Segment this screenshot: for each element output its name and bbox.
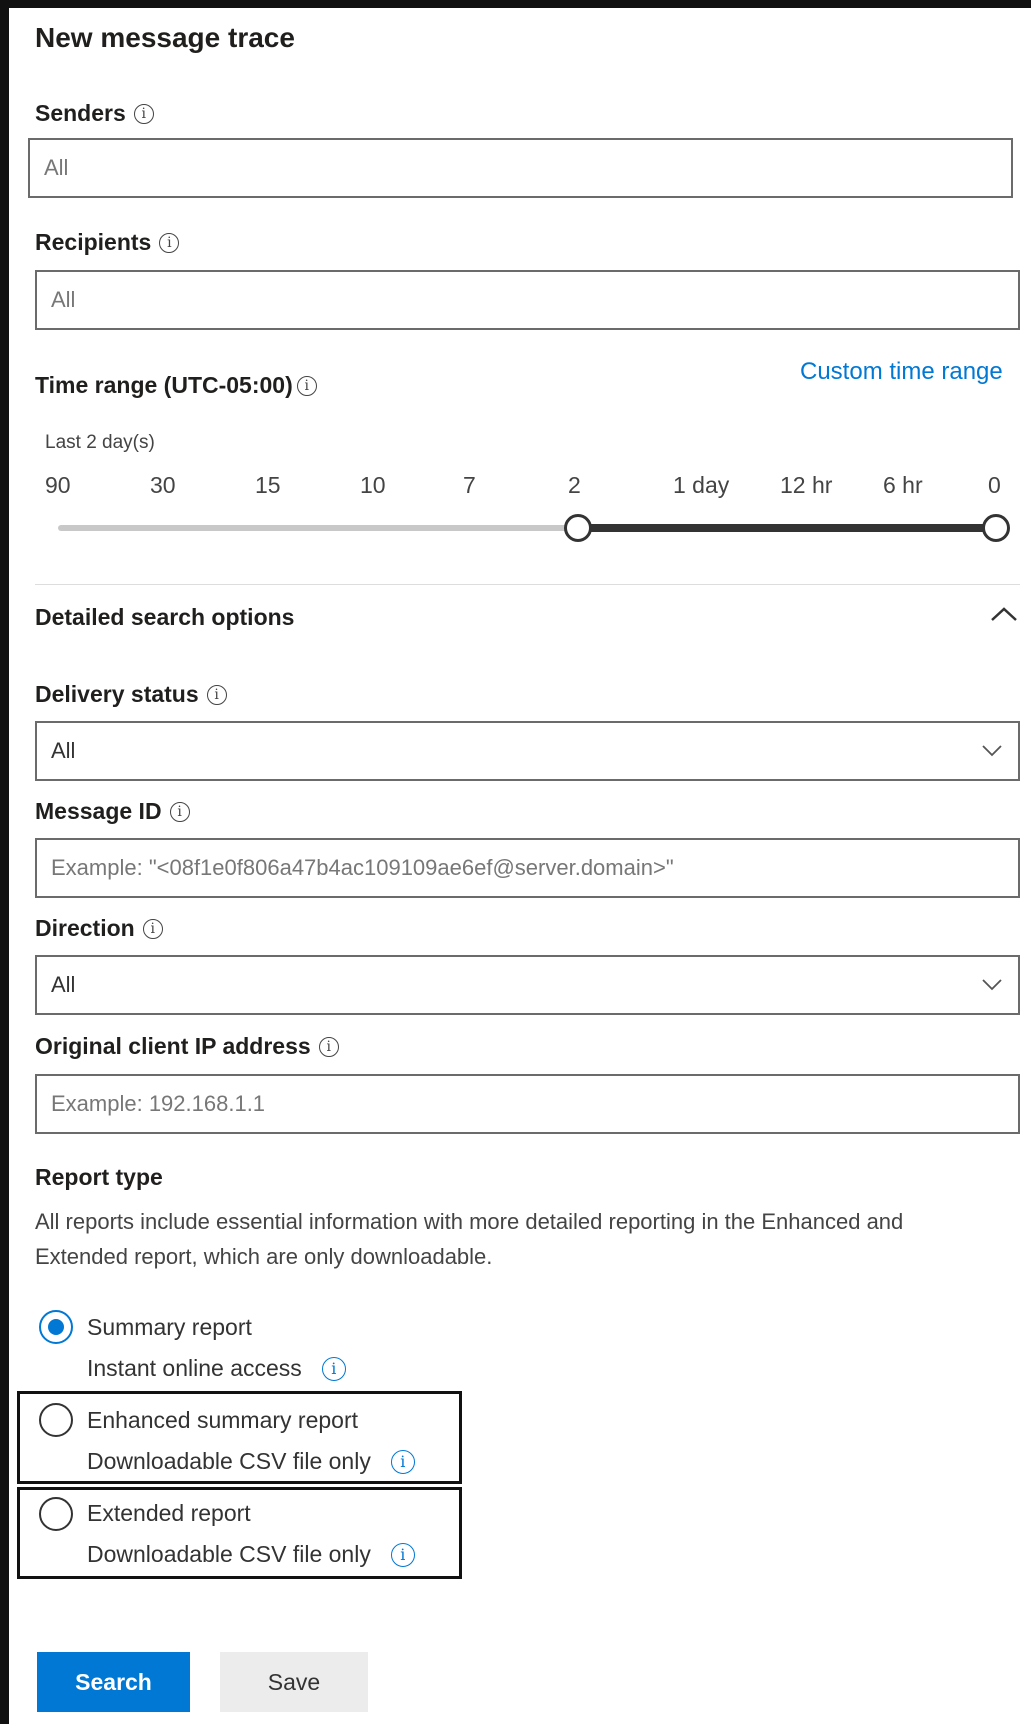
message-id-label-text: Message ID	[35, 798, 162, 824]
time-range-label: Time range (UTC-05:00) i	[35, 372, 317, 399]
tick-label: 1 day	[673, 472, 730, 498]
extended-report-sublabel: Downloadable CSV file only i	[87, 1541, 415, 1568]
summary-report-label[interactable]: Summary report	[87, 1314, 252, 1341]
chevron-up-icon[interactable]	[990, 606, 1018, 622]
enhanced-report-label[interactable]: Enhanced summary report	[87, 1407, 358, 1434]
tick-label: 0	[988, 472, 1001, 498]
info-icon[interactable]: i	[206, 684, 227, 705]
recipients-input[interactable]: All	[35, 270, 1020, 330]
client-ip-label-text: Original client IP address	[35, 1033, 311, 1059]
info-icon[interactable]: i	[390, 1449, 415, 1474]
info-icon[interactable]: i	[133, 103, 154, 124]
client-ip-label: Original client IP address i	[35, 1033, 339, 1060]
message-id-input[interactable]: Example: "<08f1e0f806a47b4ac109109ae6ef@…	[35, 838, 1020, 898]
direction-label-text: Direction	[35, 915, 135, 941]
enhanced-report-sublabel: Downloadable CSV file only i	[87, 1448, 415, 1475]
delivery-status-label-text: Delivery status	[35, 681, 199, 707]
recipients-placeholder: All	[51, 287, 76, 312]
report-type-description: All reports include essential informatio…	[35, 1209, 904, 1269]
tick-label: 12 hr	[780, 472, 833, 498]
info-icon[interactable]: i	[159, 232, 180, 253]
tick-label: 90	[45, 472, 71, 498]
enhanced-report-radio[interactable]	[39, 1403, 73, 1437]
senders-label-text: Senders	[35, 100, 126, 126]
extended-report-label[interactable]: Extended report	[87, 1500, 251, 1527]
chevron-down-icon	[982, 745, 1002, 757]
recipients-label-text: Recipients	[35, 229, 152, 255]
save-button[interactable]: Save	[220, 1652, 368, 1712]
summary-report-radio[interactable]	[39, 1310, 73, 1344]
chevron-down-icon	[982, 979, 1002, 991]
custom-time-range-link[interactable]: Custom time range	[800, 358, 1003, 386]
search-button[interactable]: Search	[37, 1652, 190, 1712]
direction-select[interactable]: All	[35, 955, 1020, 1015]
tick-label: 7	[463, 472, 476, 498]
slider-start-handle[interactable]	[564, 514, 592, 542]
recipients-label: Recipients i	[35, 229, 180, 256]
direction-label: Direction i	[35, 915, 163, 942]
tick-label: 6 hr	[883, 472, 923, 498]
detailed-options-header[interactable]: Detailed search options	[35, 604, 294, 631]
senders-input[interactable]: All	[28, 138, 1013, 198]
extended-report-radio[interactable]	[39, 1497, 73, 1531]
tick-label: 30	[150, 472, 176, 498]
delivery-status-value: All	[51, 738, 76, 763]
slider-end-handle[interactable]	[982, 514, 1010, 542]
tick-label: 10	[360, 472, 386, 498]
info-icon[interactable]: i	[318, 1036, 339, 1057]
info-icon[interactable]: i	[142, 918, 163, 939]
report-type-label: Report type	[35, 1164, 163, 1190]
client-ip-placeholder: Example: 192.168.1.1	[51, 1091, 266, 1116]
info-icon[interactable]: i	[169, 801, 190, 822]
direction-value: All	[51, 972, 76, 997]
enhanced-report-sublabel-text: Downloadable CSV file only	[87, 1448, 371, 1474]
delivery-status-select[interactable]: All	[35, 721, 1020, 781]
page-title: New message trace	[35, 22, 295, 53]
summary-report-sublabel: Instant online access i	[87, 1355, 346, 1382]
summary-report-sublabel-text: Instant online access	[87, 1355, 302, 1381]
info-icon[interactable]: i	[296, 375, 317, 396]
info-icon[interactable]: i	[321, 1356, 346, 1381]
client-ip-input[interactable]: Example: 192.168.1.1	[35, 1074, 1020, 1134]
info-icon[interactable]: i	[390, 1542, 415, 1567]
slider-selected-range	[578, 524, 996, 532]
slider-track[interactable]	[58, 525, 578, 531]
tick-label: 2	[568, 472, 581, 498]
tick-label: 15	[255, 472, 281, 498]
delivery-status-label: Delivery status i	[35, 681, 227, 708]
message-id-placeholder: Example: "<08f1e0f806a47b4ac109109ae6ef@…	[51, 855, 674, 880]
message-id-label: Message ID i	[35, 798, 190, 825]
divider	[35, 584, 1020, 585]
senders-placeholder: All	[44, 155, 69, 180]
extended-report-sublabel-text: Downloadable CSV file only	[87, 1541, 371, 1567]
time-range-selection: Last 2 day(s)	[45, 432, 155, 453]
time-range-label-text: Time range (UTC-05:00)	[35, 372, 293, 398]
senders-label: Senders i	[35, 100, 154, 127]
